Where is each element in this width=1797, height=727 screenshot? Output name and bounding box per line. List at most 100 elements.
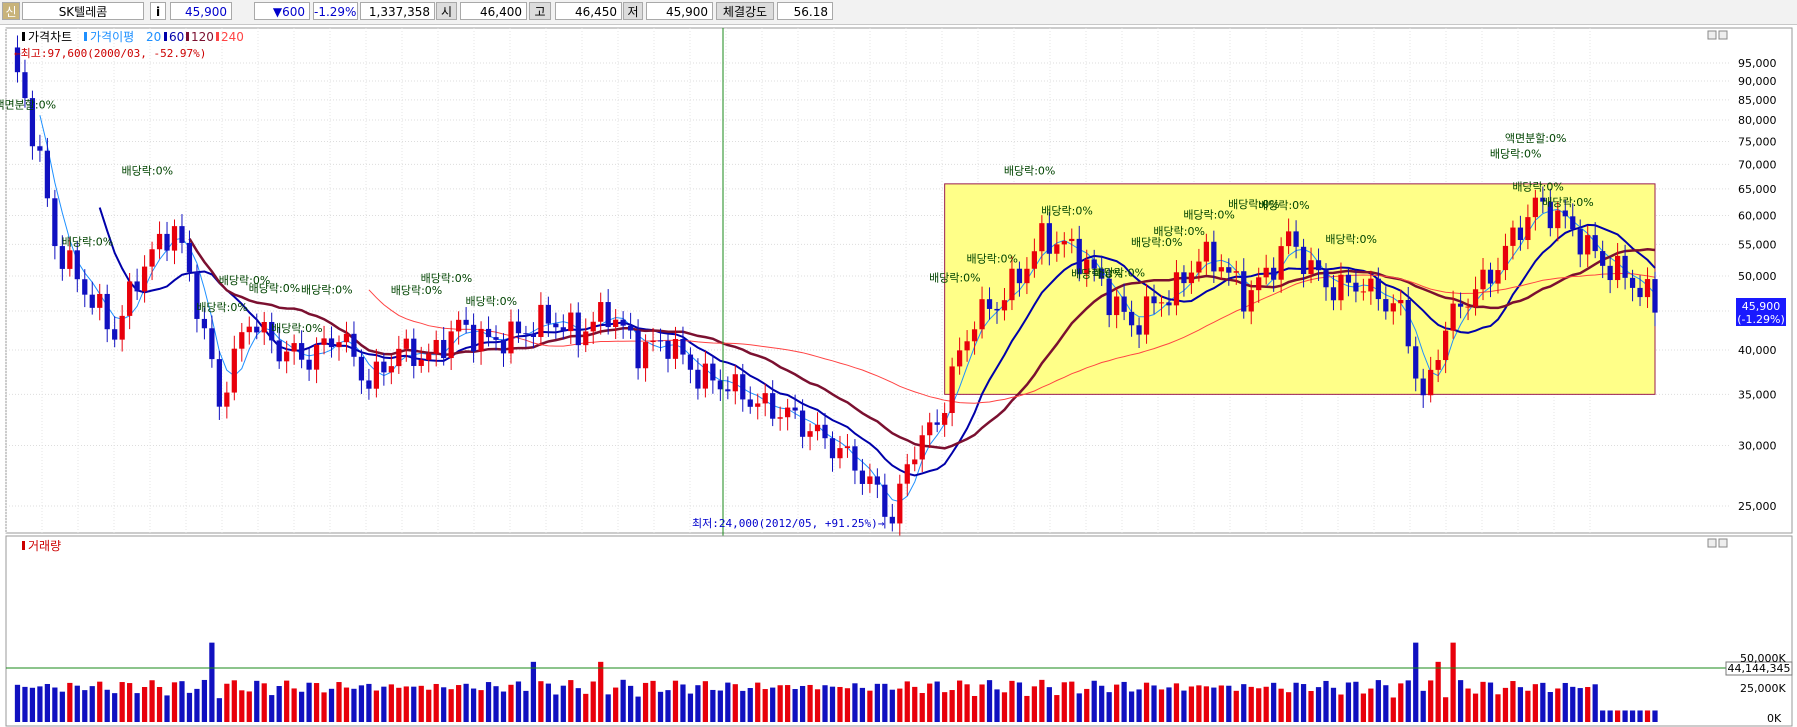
candle-body (814, 424, 821, 432)
candle-body (52, 198, 58, 247)
current-price: 45,900 (170, 2, 232, 20)
candle-body (1600, 251, 1606, 266)
candle-body (1502, 245, 1509, 271)
volume-bar (1241, 684, 1247, 722)
candle-body (530, 333, 537, 337)
candle-body (1517, 227, 1524, 241)
stock-name-field[interactable]: SK텔레콤 (22, 2, 144, 20)
volume-bar (837, 686, 843, 722)
volume-bar (964, 684, 970, 722)
volume-bar (1256, 688, 1262, 722)
volume-bar (1151, 685, 1157, 722)
candle-body (1495, 270, 1501, 284)
candle-body (1203, 241, 1209, 262)
volume-bar (67, 682, 73, 722)
low-label: 저 (623, 2, 643, 20)
candle-body (994, 308, 1000, 311)
volume-bar (470, 688, 477, 722)
candle-body (627, 325, 634, 331)
volume-bar (1106, 692, 1112, 722)
candle-body (1607, 265, 1613, 281)
price-panel-close-button[interactable] (1718, 30, 1728, 40)
candle-body (1256, 277, 1262, 291)
volume-bar (1562, 682, 1568, 722)
volume-bar (598, 661, 604, 722)
volume-bar (321, 692, 327, 722)
volume-bar (740, 690, 746, 722)
candle-body (1435, 360, 1441, 370)
volume-bar (1248, 686, 1254, 722)
volume-bar (336, 682, 342, 722)
open-label: 시 (436, 2, 457, 20)
info-button[interactable]: i (150, 2, 166, 20)
volume-bar (1009, 680, 1015, 722)
ma-label: 가격이평 (90, 30, 134, 44)
volume-bar (426, 689, 432, 722)
candle-body (680, 338, 686, 355)
volume-bar (201, 679, 208, 722)
volume-bar (732, 684, 738, 722)
candle-body (261, 321, 267, 333)
volume-panel-close-button[interactable] (1718, 538, 1728, 548)
candle-body (1315, 260, 1322, 271)
volume-bar (44, 683, 51, 722)
volume-bar (1076, 693, 1082, 722)
candle-body (433, 339, 439, 354)
candle-body (1009, 268, 1015, 301)
event-annotation: 배당락:0% (1094, 267, 1146, 280)
volume-bar (1600, 710, 1606, 722)
candle-body (717, 380, 723, 390)
event-annotation: 액면분할:0% (0, 99, 56, 112)
candle-body (568, 312, 574, 332)
volume-bar (1091, 680, 1097, 722)
candle-body (231, 348, 237, 393)
strength-label: 체결강도 (716, 2, 774, 20)
volume-bar (82, 690, 88, 722)
volume-bar (112, 693, 118, 722)
candle-body (1592, 235, 1598, 252)
volume-bar (485, 682, 492, 722)
volume-bar (1510, 681, 1516, 722)
volume-bar (785, 685, 791, 722)
volume-bar (657, 691, 664, 722)
volume-panel-minimize-button[interactable] (1707, 538, 1717, 548)
volume-bar (74, 685, 80, 722)
volume-bar (1383, 685, 1389, 722)
volume-bar (1039, 679, 1045, 722)
candle-body (889, 516, 895, 524)
volume-bar (254, 680, 260, 722)
candle-body (1614, 255, 1621, 281)
candle-body (1637, 287, 1643, 298)
volume-bar (1293, 682, 1299, 722)
event-annotation: 배당락:0% (1325, 233, 1377, 246)
volume-bar (1353, 681, 1359, 722)
volume-bar (1540, 682, 1546, 722)
candle-body (1405, 299, 1411, 347)
volume-bar (1390, 697, 1396, 722)
candle-body (343, 333, 350, 343)
candle-body (1555, 210, 1561, 229)
volume-bar (52, 687, 58, 722)
candle-body (1585, 235, 1591, 255)
volume-bar (1181, 690, 1187, 722)
volume-bar (695, 685, 701, 722)
stock-chart: 25,00030,00035,00040,00045,00050,00055,0… (0, 27, 1793, 727)
volume-bar (1158, 689, 1165, 722)
all-time-high-note: ←최고:97,600(2000/03, -52.97%) (14, 47, 206, 60)
volume-bar (284, 680, 290, 722)
volume-bar (1428, 680, 1434, 722)
event-annotation: 배당락:0% (62, 235, 114, 248)
volume-bar (1502, 687, 1509, 722)
candle-body (381, 361, 387, 373)
candle-body (710, 363, 716, 381)
volume-bar (246, 691, 252, 722)
volume-bar (269, 695, 275, 722)
price-tick-label: 80,000 (1738, 114, 1777, 127)
volume-bar (874, 683, 880, 722)
volume-bar (1420, 690, 1426, 722)
volume-bar (441, 687, 447, 722)
volume-bar (1128, 691, 1135, 722)
candle-body (874, 476, 880, 485)
volume-bar (635, 696, 641, 722)
price-panel-minimize-button[interactable] (1707, 30, 1717, 40)
